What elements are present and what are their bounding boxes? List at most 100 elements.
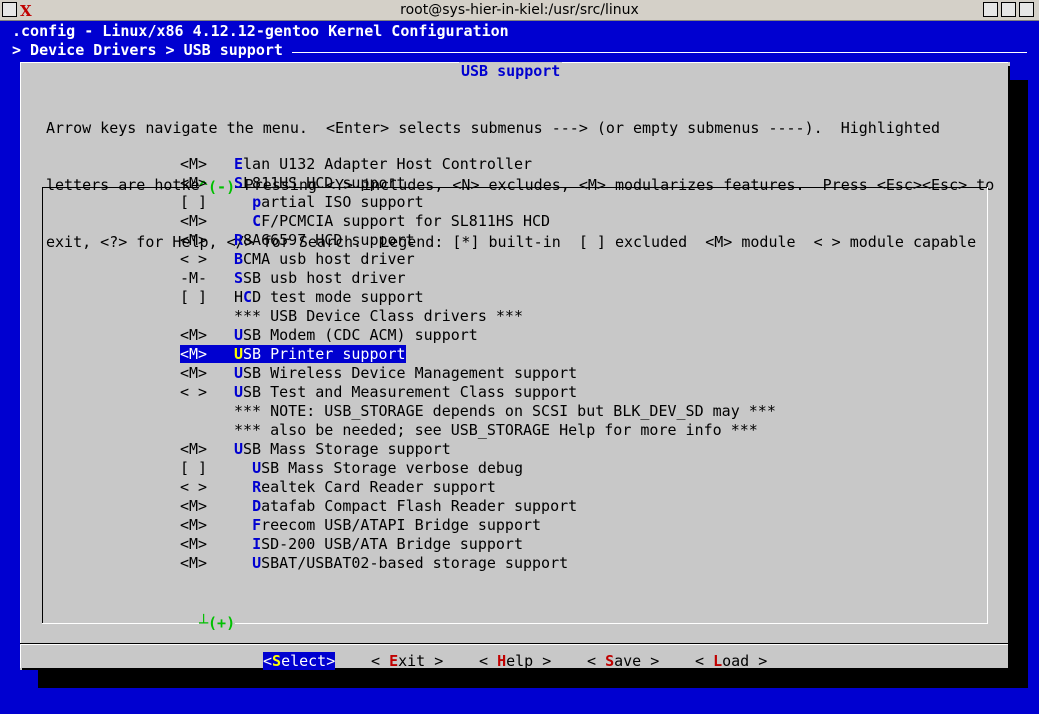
- menu-item-label: L811HS HCD support: [243, 174, 406, 192]
- menu-item[interactable]: [ ] USB Mass Storage verbose debug: [180, 459, 776, 478]
- menu-item[interactable]: <M> Freecom USB/ATAPI Bridge support: [180, 516, 776, 535]
- menu-item[interactable]: <M> ISD-200 USB/ATA Bridge support: [180, 535, 776, 554]
- menu-item-hotkey: S: [234, 174, 244, 192]
- menu-item-state[interactable]: <M>: [180, 497, 234, 516]
- menu-item[interactable]: *** USB Device Class drivers ***: [180, 307, 776, 326]
- menu-item-state[interactable]: -M-: [180, 269, 234, 288]
- menu-item[interactable]: <M> SL811HS HCD support: [180, 174, 776, 193]
- menu-item[interactable]: -M- SSB usb host driver: [180, 269, 776, 288]
- menu-item[interactable]: < > BCMA usb host driver: [180, 250, 776, 269]
- menu-item-state[interactable]: <M>: [180, 440, 234, 459]
- menu-item-state[interactable]: [ ]: [180, 193, 234, 212]
- menu-item-hotkey: C: [252, 212, 262, 230]
- menu-item-hotkey: R: [252, 478, 262, 496]
- menu-item-hotkey: S: [234, 269, 244, 287]
- button-hotkey: S: [272, 652, 282, 670]
- window-titlebar: X root@sys-hier-in-kiel:/usr/src/linux: [0, 0, 1039, 21]
- select-button[interactable]: <Select>: [263, 652, 336, 670]
- menu-item-label: SB Mass Storage verbose debug: [261, 459, 523, 477]
- menu-item[interactable]: <M> Datafab Compact Flash Reader support: [180, 497, 776, 516]
- menu-item-row: <M> R8A66597 HCD support: [180, 231, 415, 249]
- menu-item-row: -M- SSB usb host driver: [180, 269, 406, 287]
- menu-item[interactable]: <M> USB Printer support: [180, 345, 776, 364]
- menu-item-hotkey: U: [234, 440, 244, 458]
- menu-item-row: <M> USB Mass Storage support: [180, 440, 451, 458]
- menu-item[interactable]: <M> USB Wireless Device Management suppor…: [180, 364, 776, 383]
- menu-item-label: CMA usb host driver: [243, 250, 415, 268]
- button-post: >: [749, 652, 768, 670]
- menu-item-state[interactable]: <M>: [180, 155, 234, 174]
- menu-item[interactable]: *** also be needed; see USB_STORAGE Help…: [180, 421, 776, 440]
- menu-item-state[interactable]: <M>: [180, 174, 234, 193]
- menu-item-label: F/PCMCIA support for SL811HS HCD: [261, 212, 551, 230]
- menu-item-state[interactable]: < >: [180, 250, 234, 269]
- menu-item-label: ealtek Card Reader support: [261, 478, 496, 496]
- menu-item-indent: [234, 535, 252, 553]
- menu-item-state[interactable]: <M>: [180, 516, 234, 535]
- menu-item-state[interactable]: [ ]: [180, 459, 234, 478]
- menu-item-label: atafab Compact Flash Reader support: [261, 497, 578, 515]
- scroll-down-indicator[interactable]: ┴(+): [199, 614, 236, 632]
- help-line: Arrow keys navigate the menu. <Enter> se…: [46, 119, 941, 137]
- menu-item-label: SB Printer support: [243, 345, 406, 363]
- menu-item-label: SB Mass Storage support: [243, 440, 451, 458]
- menu-item-indent: [234, 459, 252, 477]
- menu-item-row: *** USB Device Class drivers ***: [180, 307, 523, 325]
- menu-item[interactable]: <M> USB Modem (CDC ACM) support: [180, 326, 776, 345]
- button-pre: <: [587, 652, 606, 670]
- maximize-button[interactable]: [1001, 2, 1016, 17]
- terminal[interactable]: .config - Linux/x86 4.12.12-gentoo Kerne…: [0, 21, 1039, 714]
- menu-item[interactable]: <M> R8A66597 HCD support: [180, 231, 776, 250]
- help-button[interactable]: < Help >: [479, 652, 551, 670]
- menu-item-hotkey: E: [234, 155, 244, 173]
- menu-item-indent: [234, 554, 252, 572]
- save-button[interactable]: < Save >: [587, 652, 659, 670]
- menu-item-indent: [234, 497, 252, 515]
- menu-item-hotkey: U: [234, 364, 244, 382]
- menu-item-label: SB Wireless Device Management support: [243, 364, 578, 382]
- breadcrumb: > Device Drivers > USB support: [12, 41, 283, 59]
- menu-item-label: D test mode support: [252, 288, 424, 306]
- button-post: >: [425, 652, 444, 670]
- menu-item-state[interactable]: <M>: [180, 364, 234, 383]
- breadcrumb-rule: [292, 52, 1027, 53]
- menu-item-indent: [234, 193, 252, 211]
- button-rest: elect: [281, 652, 327, 670]
- menu-item[interactable]: <M> CF/PCMCIA support for SL811HS HCD: [180, 212, 776, 231]
- menu-item-state[interactable]: < >: [180, 478, 234, 497]
- menu-item[interactable]: *** NOTE: USB_STORAGE depends on SCSI bu…: [180, 402, 776, 421]
- menu-item-state[interactable]: <M>: [180, 345, 234, 364]
- menu-item[interactable]: <M> USB Mass Storage support: [180, 440, 776, 459]
- menu-item-state[interactable]: <M>: [180, 535, 234, 554]
- menu-item-indent: H: [234, 288, 244, 306]
- menu-item-hotkey: U: [252, 554, 262, 572]
- exit-button[interactable]: < Exit >: [371, 652, 443, 670]
- menu-item-row: [ ] partial ISO support: [180, 193, 424, 211]
- menu-item[interactable]: <M> USBAT/USBAT02-based storage support: [180, 554, 776, 573]
- button-rest: elp: [506, 652, 534, 670]
- menu-item-label: *** USB Device Class drivers ***: [234, 307, 523, 325]
- menu-item-state[interactable]: < >: [180, 383, 234, 402]
- minimize-button[interactable]: [983, 2, 998, 17]
- button-hotkey: S: [605, 652, 615, 670]
- menu-item-state[interactable]: [ ]: [180, 288, 234, 307]
- menu-item-row: < > Realtek Card Reader support: [180, 478, 496, 496]
- load-button[interactable]: < Load >: [695, 652, 767, 670]
- menu-item-state[interactable]: <M>: [180, 554, 234, 573]
- menu-item[interactable]: < > USB Test and Measurement Class suppor…: [180, 383, 776, 402]
- menu-item-state[interactable]: <M>: [180, 231, 234, 250]
- menu-item-label: artial ISO support: [261, 193, 424, 211]
- menu-item[interactable]: [ ] HCD test mode support: [180, 288, 776, 307]
- menu-item[interactable]: < > Realtek Card Reader support: [180, 478, 776, 497]
- menu-item-label: *** NOTE: USB_STORAGE depends on SCSI bu…: [234, 402, 776, 420]
- menu-item-label: SB usb host driver: [243, 269, 406, 287]
- menu-item-state[interactable]: <M>: [180, 212, 234, 231]
- menu-item-hotkey: C: [243, 288, 253, 306]
- menu-item-state[interactable]: <M>: [180, 326, 234, 345]
- close-button[interactable]: [1019, 2, 1034, 17]
- menu-item[interactable]: [ ] partial ISO support: [180, 193, 776, 212]
- menu-item-indent: [234, 478, 252, 496]
- menu-item-hotkey: U: [234, 345, 244, 363]
- menu-item-row: <M> USB Modem (CDC ACM) support: [180, 326, 478, 344]
- menu-item[interactable]: <M> Elan U132 Adapter Host Controller: [180, 155, 776, 174]
